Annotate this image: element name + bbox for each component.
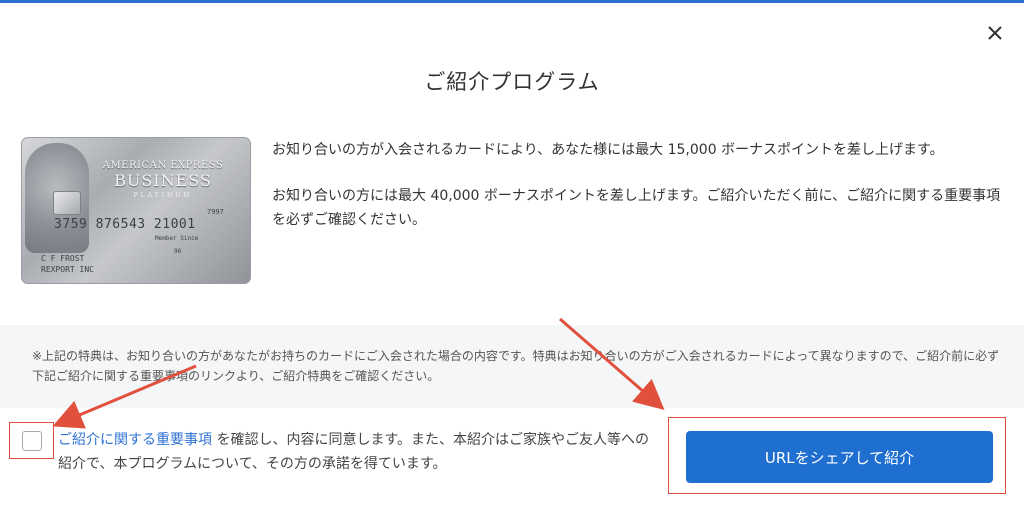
description-para-2: お知り合いの方には最大 40,000 ボーナスポイントを差し上げます。ご紹介いた… [272,188,1001,228]
consent-checkbox[interactable] [21,430,42,451]
member-since-value: 96 [174,248,182,255]
member-since-label: Member Since [155,235,199,242]
program-description: お知り合いの方が入会されるカードにより、あなた様には最大 15,000 ボーナス… [272,138,1012,254]
description-para-1: お知り合いの方が入会されるカードにより、あなた様には最大 15,000 ボーナス… [272,142,944,158]
share-url-button[interactable]: URLをシェアして紹介 [686,431,993,483]
card-tier: PLATINUM [133,192,193,199]
notice-text: ※上記の特典は、お知り合いの方があなたがお持ちのカードにご入会された場合の内容で… [32,349,1000,383]
consent-text: ご紹介に関する重要事項 を確認し、内容に同意します。また、本紹介はご家族やご友人… [58,428,650,476]
card-id: 7997 [207,208,224,216]
card-chip [53,191,81,215]
card-holder-company: REXPORT INC [41,265,94,274]
card-holder-name: C F FROST [41,254,85,263]
close-icon [988,26,1002,40]
close-button[interactable] [983,21,1007,45]
top-accent-bar [0,0,1024,3]
important-terms-link[interactable]: ご紹介に関する重要事項 [58,432,212,448]
card-image: AMERICAN EXPRESS BUSINESS PLATINUM 7997 … [21,137,251,284]
modal-title: ご紹介プログラム [424,70,600,94]
card-brand: AMERICAN EXPRESS [102,160,224,171]
notice-panel: ※上記の特典は、お知り合いの方があなたがお持ちのカードにご入会された場合の内容で… [0,325,1024,408]
card-product: BUSINESS [114,171,212,190]
checkbox-highlight [9,422,54,459]
card-number: 3759 876543 21001 [54,217,196,232]
card-holder: C F FROST REXPORT INC [41,253,94,275]
